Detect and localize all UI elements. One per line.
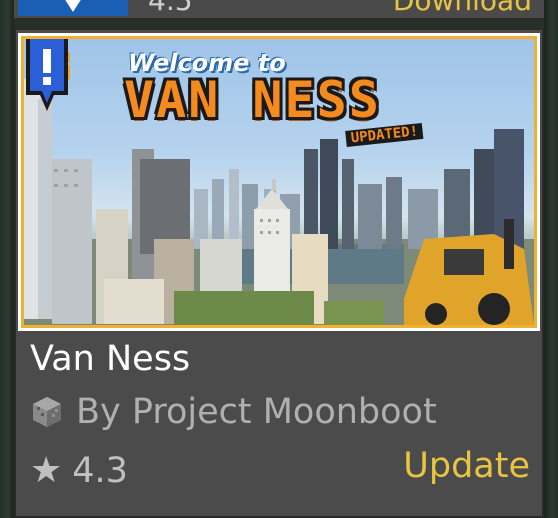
author-row[interactable]: By Project Moonboot (30, 390, 437, 434)
thumbnail-title-banner: Welcome to VAN NESS UPDATED! (124, 47, 464, 147)
update-button[interactable]: Update (403, 446, 530, 486)
thumbnail-image: Welcome to VAN NESS UPDATED! (21, 36, 537, 328)
creator-cube-icon (33, 397, 61, 427)
card-thumbnail[interactable]: Welcome to VAN NESS UPDATED! (18, 33, 540, 331)
arrow-icon (64, 0, 82, 12)
content-card[interactable]: Welcome to VAN NESS UPDATED! Van Ness By… (14, 28, 544, 518)
marketplace-list: 4.5 Download Welcome to VAN NESS UPDATED… (0, 0, 558, 518)
previous-card-rating: 4.5 (148, 0, 193, 17)
author-name: By Project Moonboot (76, 392, 437, 432)
card-title[interactable]: Van Ness (30, 338, 190, 380)
previous-card[interactable]: 4.5 Download (14, 0, 544, 20)
rating-row: ★ 4.3 (30, 448, 128, 494)
download-button[interactable]: Download (393, 0, 532, 17)
star-icon: ★ (30, 450, 63, 491)
rating-value: 4.3 (72, 451, 128, 491)
previous-card-thumbnail[interactable] (18, 0, 128, 16)
exclamation-badge-icon (26, 39, 68, 111)
thumbnail-title-text: VAN NESS (124, 71, 381, 129)
